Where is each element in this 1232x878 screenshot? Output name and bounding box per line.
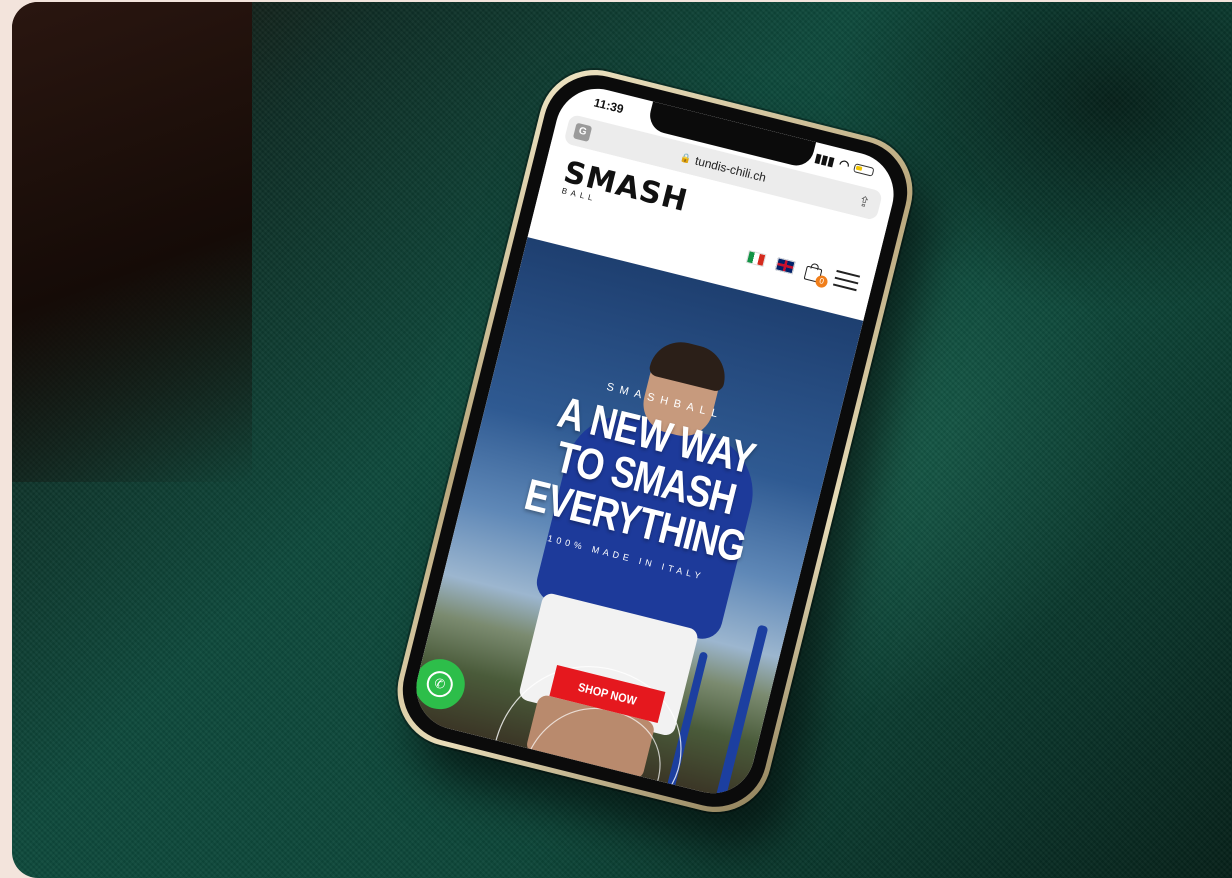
cart-icon[interactable]: 0 [803, 262, 829, 289]
flag-uk-icon[interactable] [775, 256, 796, 274]
cart-count-badge: 0 [814, 274, 829, 289]
signal-icon: ▮▮▮ [813, 150, 837, 169]
phone-glyph-icon: ✆ [424, 668, 456, 700]
share-icon[interactable]: ⇪ [856, 192, 872, 211]
lock-icon: 🔒 [679, 151, 693, 164]
wifi-icon: ◠ [837, 156, 852, 173]
hamburger-line [832, 283, 857, 292]
chair-shape [710, 624, 769, 803]
status-icons: ▮▮▮ ◠ [813, 151, 875, 179]
whatsapp-icon[interactable]: ✆ [409, 653, 471, 715]
translate-icon[interactable]: G [572, 122, 593, 142]
status-time: 11:39 [592, 95, 625, 117]
hamburger-menu-icon[interactable] [832, 269, 861, 292]
battery-icon [853, 162, 875, 177]
hamburger-line [836, 269, 861, 278]
photo-frame: 11:39 ▮▮▮ ◠ G 🔒 tundis-chili.ch ⇪ SMASH … [12, 2, 1232, 878]
header-icons: 0 [745, 247, 861, 292]
background-shadow [12, 2, 252, 482]
hamburger-line [834, 276, 859, 285]
flag-italy-icon[interactable] [745, 249, 767, 267]
